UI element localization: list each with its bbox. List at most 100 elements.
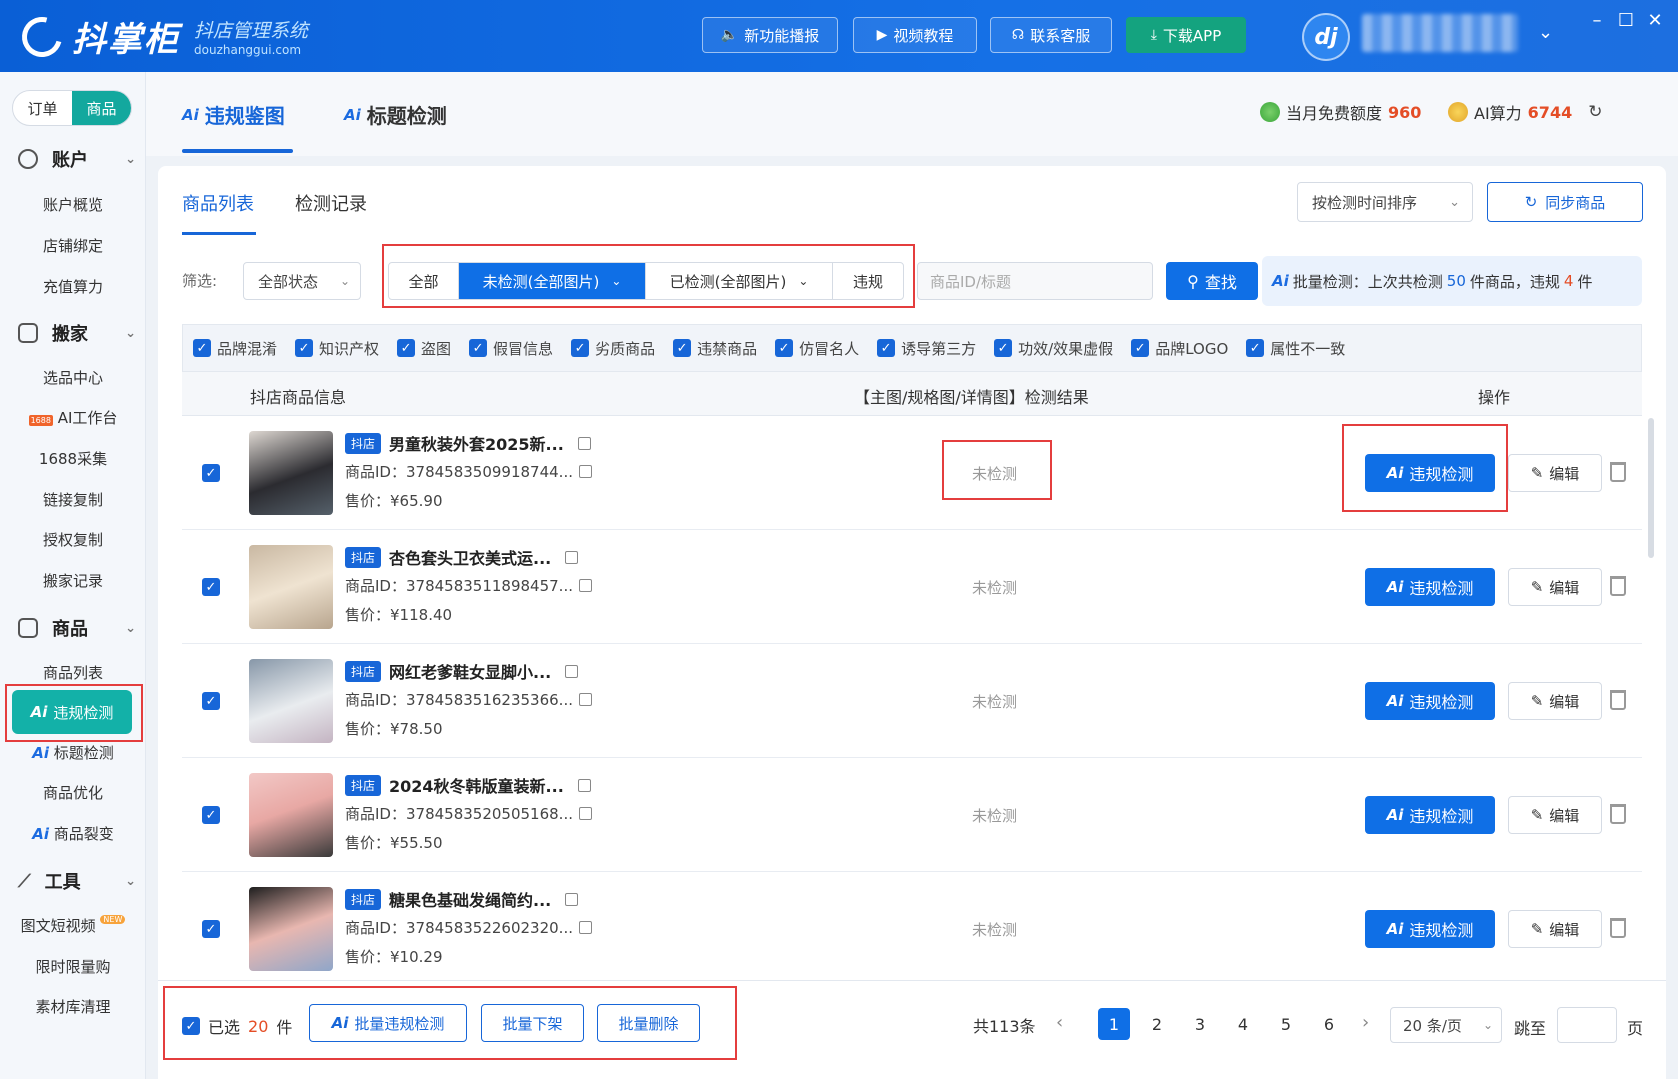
trash-icon[interactable] — [1610, 576, 1626, 596]
sidebar-item-violation-detect[interactable]: Ai 违规检测 — [12, 690, 132, 734]
edit-button[interactable]: ✎ 编辑 — [1508, 910, 1602, 948]
section-tools[interactable]: ⟋ 工具 ⌄ — [18, 868, 136, 894]
row-checkbox[interactable]: ✓ — [202, 692, 220, 710]
violation-detect-button[interactable]: Ai 违规检测 — [1365, 682, 1495, 720]
page-button[interactable]: 3 — [1184, 1008, 1216, 1040]
trash-icon[interactable] — [1610, 804, 1626, 824]
trash-icon[interactable] — [1610, 462, 1626, 482]
sidebar-item-auth-copy[interactable]: 授权复制 — [0, 529, 146, 550]
next-page-icon[interactable]: › — [1362, 1012, 1369, 1033]
edit-button[interactable]: ✎ 编辑 — [1508, 568, 1602, 606]
section-account[interactable]: 账户 ⌄ — [18, 146, 136, 172]
edit-button[interactable]: ✎ 编辑 — [1508, 682, 1602, 720]
category-filter[interactable]: ✓ 属性不一致 — [1246, 338, 1345, 359]
filter-violation[interactable]: 违规 — [833, 263, 903, 299]
copy-icon[interactable] — [578, 807, 592, 820]
prev-page-icon[interactable]: ‹ — [1056, 1012, 1063, 1033]
sidebar-item-product-list[interactable]: 商品列表 — [0, 662, 146, 683]
user-avatar[interactable]: dj — [1302, 13, 1350, 61]
edit-button[interactable]: ✎ 编辑 — [1508, 454, 1602, 492]
search-button[interactable]: ⚲ 查找 — [1166, 262, 1258, 300]
tab-title-detect[interactable]: Ai 标题检测 — [344, 100, 447, 129]
copy-icon[interactable] — [578, 579, 592, 592]
filter-detected[interactable]: 已检测(全部图片) ⌄ — [646, 263, 833, 299]
sidebar-item-store-bind[interactable]: 店铺绑定 — [0, 235, 146, 256]
trash-icon[interactable] — [1610, 690, 1626, 710]
sidebar-item-link-copy[interactable]: 链接复制 — [0, 489, 146, 510]
close-icon[interactable]: ✕ — [1643, 10, 1667, 31]
status-select[interactable]: 全部状态 ⌄ — [243, 262, 361, 300]
category-filter[interactable]: ✓ 功效/效果虚假 — [994, 338, 1113, 359]
category-filter[interactable]: ✓ 违禁商品 — [673, 338, 757, 359]
news-button[interactable]: 🔈 新功能播报 — [702, 17, 838, 53]
section-goods[interactable]: 商品 ⌄ — [18, 615, 136, 641]
category-filter[interactable]: ✓ 劣质商品 — [571, 338, 655, 359]
sidebar-item-account-overview[interactable]: 账户概览 — [0, 194, 146, 215]
video-tutorial-button[interactable]: ▶ 视频教程 — [853, 17, 977, 53]
sidebar-item-ai-workbench[interactable]: 1688 AI工作台 — [0, 407, 146, 428]
segment-product[interactable]: 商品 — [72, 91, 131, 125]
filter-undetected[interactable]: 未检测(全部图片) ⌄ — [459, 263, 646, 299]
chevron-down-icon[interactable]: ⌄ — [1538, 22, 1553, 43]
tab-product-list[interactable]: 商品列表 — [182, 190, 254, 216]
sidebar-item-product-split[interactable]: Ai 商品裂变 — [0, 823, 146, 844]
copy-icon[interactable] — [578, 465, 592, 478]
sidebar-item-move-record[interactable]: 搬家记录 — [0, 570, 146, 591]
sidebar-item-short-video[interactable]: 图文短视频 NEW — [0, 915, 146, 936]
trash-icon[interactable] — [1610, 918, 1626, 938]
category-filter[interactable]: ✓ 盗图 — [397, 338, 451, 359]
violation-detect-button[interactable]: Ai 违规检测 — [1365, 454, 1495, 492]
batch-offshelf-button[interactable]: 批量下架 — [481, 1004, 584, 1042]
copy-icon[interactable] — [577, 778, 591, 792]
copy-icon[interactable] — [578, 693, 592, 706]
contact-support-button[interactable]: ☊ 联系客服 — [990, 17, 1112, 53]
row-checkbox[interactable]: ✓ — [202, 920, 220, 938]
violation-detect-button[interactable]: Ai 违规检测 — [1365, 910, 1495, 948]
sidebar-item-select-center[interactable]: 选品中心 — [0, 367, 146, 388]
download-app-button[interactable]: ⤓ 下载APP — [1126, 17, 1246, 53]
violation-detect-button[interactable]: Ai 违规检测 — [1365, 568, 1495, 606]
copy-icon[interactable] — [577, 436, 591, 450]
page-button[interactable]: 5 — [1270, 1008, 1302, 1040]
violation-detect-button[interactable]: Ai 违规检测 — [1365, 796, 1495, 834]
sidebar-item-title-detect[interactable]: Ai 标题检测 — [0, 742, 146, 763]
sidebar-item-recharge[interactable]: 充值算力 — [0, 276, 146, 297]
table-scrollbar[interactable] — [1648, 418, 1654, 558]
row-checkbox[interactable]: ✓ — [202, 464, 220, 482]
category-filter[interactable]: ✓ 知识产权 — [295, 338, 379, 359]
page-button[interactable]: 1 — [1098, 1008, 1130, 1040]
jump-page-input[interactable] — [1557, 1007, 1617, 1043]
section-move[interactable]: 搬家 ⌄ — [18, 320, 136, 346]
sidebar-item-product-optimize[interactable]: 商品优化 — [0, 782, 146, 803]
sidebar-item-flash-sale[interactable]: 限时限量购 — [0, 956, 146, 977]
row-checkbox[interactable]: ✓ — [202, 806, 220, 824]
edit-button[interactable]: ✎ 编辑 — [1508, 796, 1602, 834]
batch-delete-button[interactable]: 批量删除 — [597, 1004, 700, 1042]
batch-detect-button[interactable]: Ai 批量违规检测 — [309, 1004, 467, 1042]
copy-icon[interactable] — [565, 664, 579, 678]
page-button[interactable]: 2 — [1141, 1008, 1173, 1040]
minimize-icon[interactable]: – — [1585, 10, 1609, 31]
maximize-icon[interactable]: ☐ — [1614, 10, 1638, 31]
category-filter[interactable]: ✓ 品牌LOGO — [1131, 338, 1228, 359]
tab-violation-image[interactable]: Ai 违规鉴图 — [182, 100, 285, 129]
category-filter[interactable]: ✓ 品牌混淆 — [193, 338, 277, 359]
sidebar-item-material-clean[interactable]: 素材库清理 — [0, 996, 146, 1017]
category-filter[interactable]: ✓ 诱导第三方 — [877, 338, 976, 359]
page-button[interactable]: 6 — [1313, 1008, 1345, 1040]
row-checkbox[interactable]: ✓ — [202, 578, 220, 596]
select-all-checkbox[interactable]: ✓ — [182, 1017, 200, 1035]
page-button[interactable]: 4 — [1227, 1008, 1259, 1040]
category-filter[interactable]: ✓ 假冒信息 — [469, 338, 553, 359]
copy-icon[interactable] — [565, 550, 579, 564]
tab-detect-record[interactable]: 检测记录 — [295, 190, 367, 216]
refresh-icon[interactable]: ↻ — [1588, 102, 1602, 122]
copy-icon[interactable] — [578, 921, 592, 934]
segment-order[interactable]: 订单 — [13, 91, 72, 125]
category-filter[interactable]: ✓ 仿冒名人 — [775, 338, 859, 359]
sync-products-button[interactable]: ↻ 同步商品 — [1487, 182, 1643, 222]
page-size-select[interactable]: 20 条/页 ⌄ — [1390, 1007, 1502, 1043]
sidebar-item-1688-collect[interactable]: 1688采集 — [0, 448, 146, 469]
sort-select[interactable]: 按检测时间排序 ⌄ — [1297, 182, 1473, 222]
copy-icon[interactable] — [565, 892, 579, 906]
